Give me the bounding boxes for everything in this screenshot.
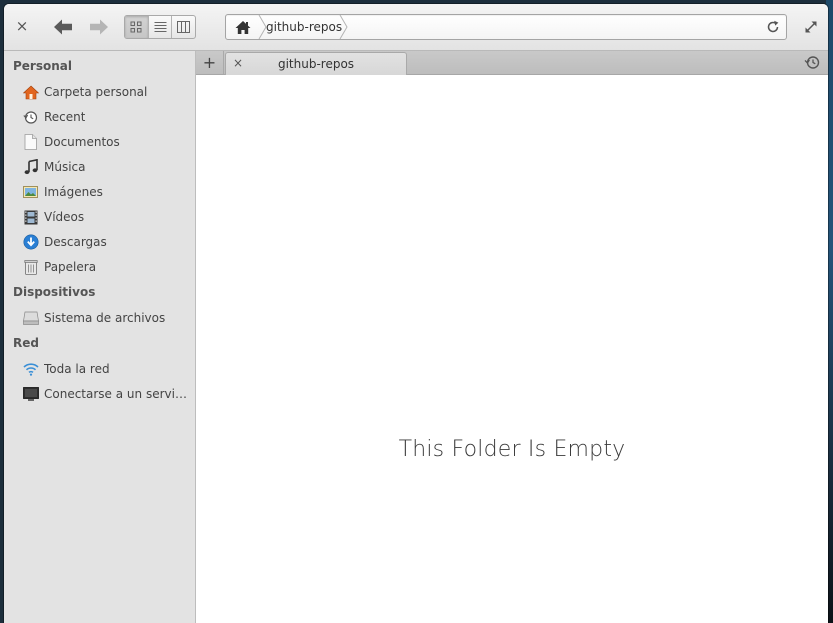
- sidebar-item-label: Conectarse a un servid...: [44, 387, 190, 401]
- sidebar-item-label: Música: [44, 160, 86, 174]
- window-close-button[interactable]: ×: [12, 16, 32, 36]
- sidebar-item-label: Vídeos: [44, 210, 85, 224]
- tab-close-button[interactable]: ×: [231, 56, 245, 70]
- sidebar-item-label: Sistema de archivos: [44, 311, 166, 325]
- grid-icon: [130, 21, 142, 33]
- closed-tabs-history-button[interactable]: [803, 54, 820, 71]
- close-icon: ×: [15, 17, 29, 35]
- sidebar-heading-personal: Personal: [13, 59, 72, 73]
- plus-icon: +: [202, 53, 217, 72]
- recent-clock-icon: [22, 109, 39, 126]
- sidebar-item-conectarse-a-un-servidor[interactable]: Conectarse a un servid...: [22, 384, 190, 404]
- file-manager-window: × github-repos Personal Carpeta personal…: [4, 4, 828, 623]
- fullscreen-button[interactable]: [800, 16, 822, 38]
- sidebar-item-label: Toda la red: [44, 362, 110, 376]
- wifi-icon: [22, 361, 39, 378]
- sidebar-heading-dispositivos: Dispositivos: [13, 285, 96, 299]
- download-icon: [22, 234, 39, 251]
- sidebar-item-imagenes[interactable]: Imágenes: [22, 182, 190, 202]
- sidebar-item-carpeta-personal[interactable]: Carpeta personal: [22, 82, 190, 102]
- view-switcher: [124, 15, 196, 39]
- sidebar-item-musica[interactable]: Música: [22, 157, 190, 177]
- pictures-icon: [22, 184, 39, 201]
- sidebar-heading-red: Red: [13, 336, 39, 350]
- home-folder-icon: [22, 84, 39, 101]
- reload-icon: [767, 20, 779, 33]
- toolbar: × github-repos: [4, 4, 828, 51]
- arrow-right-icon: [90, 19, 108, 35]
- history-icon: [804, 56, 819, 69]
- home-icon: [235, 20, 251, 34]
- fullscreen-icon: [805, 21, 817, 33]
- path-crumb-github-repos[interactable]: github-repos: [266, 15, 342, 39]
- close-icon: ×: [232, 56, 244, 70]
- list-icon: [154, 22, 166, 32]
- location-bar[interactable]: github-repos: [225, 14, 787, 40]
- list-view-button[interactable]: [149, 16, 173, 38]
- drive-icon: [22, 310, 39, 327]
- monitor-icon: [22, 386, 39, 403]
- back-button[interactable]: [50, 14, 76, 40]
- arrow-left-icon: [54, 19, 72, 35]
- icon-view-button[interactable]: [125, 16, 149, 38]
- column-view-button[interactable]: [172, 16, 195, 38]
- sidebar-item-videos[interactable]: Vídeos: [22, 207, 190, 227]
- sidebar: Personal Carpeta personal Recent Documen…: [4, 51, 196, 623]
- reload-button[interactable]: [764, 18, 782, 36]
- sidebar-item-label: Carpeta personal: [44, 85, 148, 99]
- sidebar-item-papelera[interactable]: Papelera: [22, 257, 190, 277]
- sidebar-item-recent[interactable]: Recent: [22, 107, 190, 127]
- new-tab-button[interactable]: +: [196, 51, 224, 74]
- sidebar-item-label: Documentos: [44, 135, 120, 149]
- path-home-button[interactable]: [226, 15, 260, 39]
- tab-github-repos[interactable]: github-repos ×: [225, 52, 407, 75]
- empty-folder-message: This Folder Is Empty: [398, 437, 626, 462]
- sidebar-item-label: Descargas: [44, 235, 107, 249]
- forward-button[interactable]: [86, 14, 112, 40]
- sidebar-item-descargas[interactable]: Descargas: [22, 232, 190, 252]
- music-note-icon: [22, 159, 39, 176]
- film-icon: [22, 209, 39, 226]
- sidebar-item-label: Recent: [44, 110, 86, 124]
- sidebar-item-toda-la-red[interactable]: Toda la red: [22, 359, 190, 379]
- trash-icon: [22, 259, 39, 276]
- sidebar-item-documentos[interactable]: Documentos: [22, 132, 190, 152]
- sidebar-item-label: Imágenes: [44, 185, 103, 199]
- columns-icon: [177, 21, 191, 33]
- tab-label: github-repos: [277, 57, 355, 71]
- tab-bar: + github-repos ×: [196, 51, 828, 75]
- sidebar-item-sistema-de-archivos[interactable]: Sistema de archivos: [22, 308, 190, 328]
- document-icon: [22, 134, 39, 151]
- file-view[interactable]: This Folder Is Empty: [196, 75, 828, 623]
- sidebar-item-label: Papelera: [44, 260, 97, 274]
- path-separator: [339, 15, 348, 39]
